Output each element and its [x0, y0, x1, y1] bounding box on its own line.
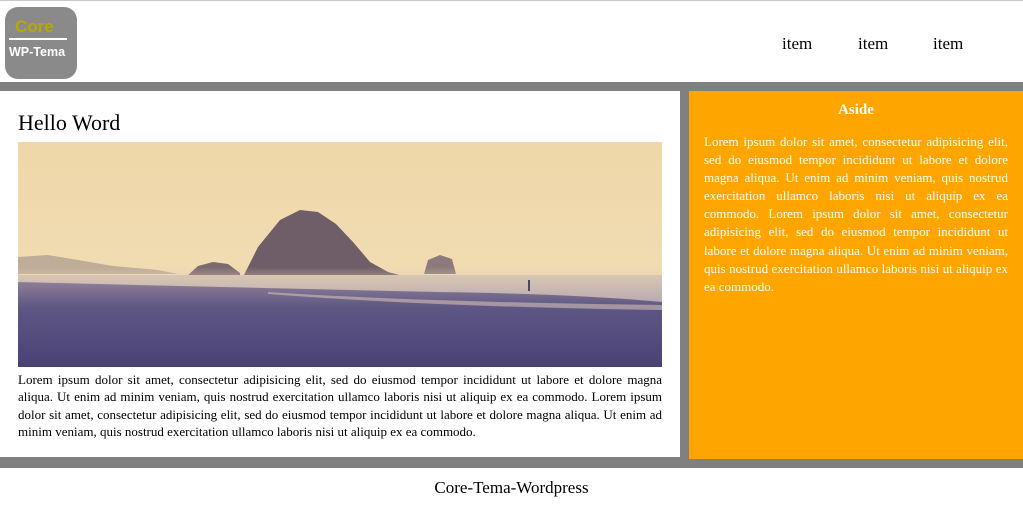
- aside-title: Aside: [838, 102, 874, 118]
- site-header: Core WP-Tema item item item: [0, 0, 1023, 82]
- aside-body-text: Lorem ipsum dolor sit amet, consectetur …: [704, 134, 1008, 294]
- post-body-text: Lorem ipsum dolor sit amet, consectetur …: [18, 372, 662, 440]
- hero-image: [18, 142, 662, 367]
- main-nav: item item item: [0, 34, 1023, 54]
- post-title: Hello Word: [18, 110, 121, 135]
- nav-item-1[interactable]: item: [782, 34, 812, 54]
- nav-item-3[interactable]: item: [933, 34, 963, 54]
- nav-item-2[interactable]: item: [858, 34, 888, 54]
- footer-text: Core-Tema-Wordpress: [434, 478, 589, 497]
